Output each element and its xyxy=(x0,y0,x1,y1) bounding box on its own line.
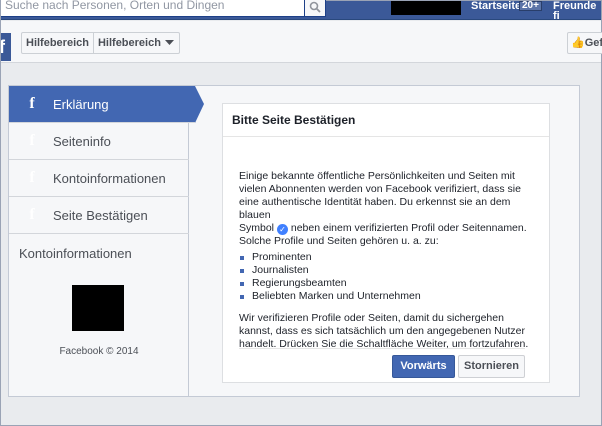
sidebar-item-label: Seiteninfo xyxy=(53,133,111,149)
cancel-button[interactable]: Stornieren xyxy=(458,355,525,378)
sidebar: f Erklärung f Seiteninfo f Kontoinformat… xyxy=(9,86,204,396)
search-button[interactable] xyxy=(304,0,326,17)
chevron-down-icon xyxy=(164,37,179,49)
page-header-bar: f Hilfebereich Hilfebereich 👍Gef xyxy=(1,21,602,63)
sidebar-item-label: Erklärung xyxy=(53,96,109,112)
thumbs-up-icon: 👍 xyxy=(571,37,585,49)
sidebar-item-label: Kontoinformationen xyxy=(53,170,166,186)
intro-text: Einige bekannte öffentliche Persönlichke… xyxy=(239,170,521,221)
facebook-f-icon: f xyxy=(29,95,35,112)
main-panel: f Erklärung f Seiteninfo f Kontoinformat… xyxy=(8,85,580,397)
notification-badge: 20+ xyxy=(519,1,542,11)
intro-paragraph: Einige bekannte öffentliche Persönlichke… xyxy=(239,170,539,248)
divider xyxy=(239,348,525,349)
sidebar-heading: Kontoinformationen xyxy=(19,246,132,261)
list-item: Regierungsbeamten xyxy=(239,277,539,290)
intro-text-symbol: Symbol xyxy=(239,222,275,234)
sidebar-item-erklaerung[interactable]: f Erklärung xyxy=(9,86,204,123)
explanation-paragraph: Wir verifizieren Profile oder Seiten, da… xyxy=(239,312,529,350)
list-item: Beliebten Marken und Unternehmen xyxy=(239,290,539,303)
list-item: Journalisten xyxy=(239,264,539,277)
facebook-f-icon: f xyxy=(29,132,35,149)
forward-button[interactable]: Vorwärts xyxy=(392,355,455,378)
list-item: Prominenten xyxy=(239,251,539,264)
help-center-dropdown-label: Hilfebereich xyxy=(97,37,161,49)
sidebar-item-label: Seite Bestätigen xyxy=(53,207,148,223)
verify-page-dialog: Bitte Seite Bestätigen Einige bekannte ö… xyxy=(222,103,550,383)
help-center-label: Hilfebereich xyxy=(22,33,94,53)
facebook-f-icon: f xyxy=(29,206,35,223)
dialog-body: Einige bekannte öffentliche Persönlichke… xyxy=(239,170,539,354)
sidebar-item-seite-bestaetigen[interactable]: f Seite Bestätigen xyxy=(9,197,189,234)
help-center-button[interactable]: Hilfebereich Hilfebereich xyxy=(21,32,180,54)
search-icon xyxy=(309,1,321,13)
dialog-title: Bitte Seite Bestätigen xyxy=(223,104,549,137)
friends-link[interactable]: Freunde fi xyxy=(553,1,601,22)
like-label: Gef xyxy=(584,37,602,49)
copyright-text: Facebook © 2014 xyxy=(59,346,139,357)
search-input[interactable]: Suche nach Personen, Orten und Dingen xyxy=(1,0,305,17)
redacted-profile-block xyxy=(391,1,461,15)
facebook-f-icon: f xyxy=(29,169,35,186)
verified-badge-icon: ✓ xyxy=(276,224,288,235)
sidebar-item-seiteninfo[interactable]: f Seiteninfo xyxy=(9,123,189,160)
home-link[interactable]: Startseite xyxy=(471,1,521,12)
facebook-logo-icon[interactable]: f xyxy=(1,33,11,61)
like-button[interactable]: 👍Gef xyxy=(567,32,602,54)
redacted-image xyxy=(72,285,124,331)
sidebar-item-kontoinformationen[interactable]: f Kontoinformationen xyxy=(9,160,189,197)
category-list: Prominenten Journalisten Regierungsbeamt… xyxy=(239,251,539,303)
top-navigation-bar: Suche nach Personen, Orten und Dingen St… xyxy=(1,0,601,22)
